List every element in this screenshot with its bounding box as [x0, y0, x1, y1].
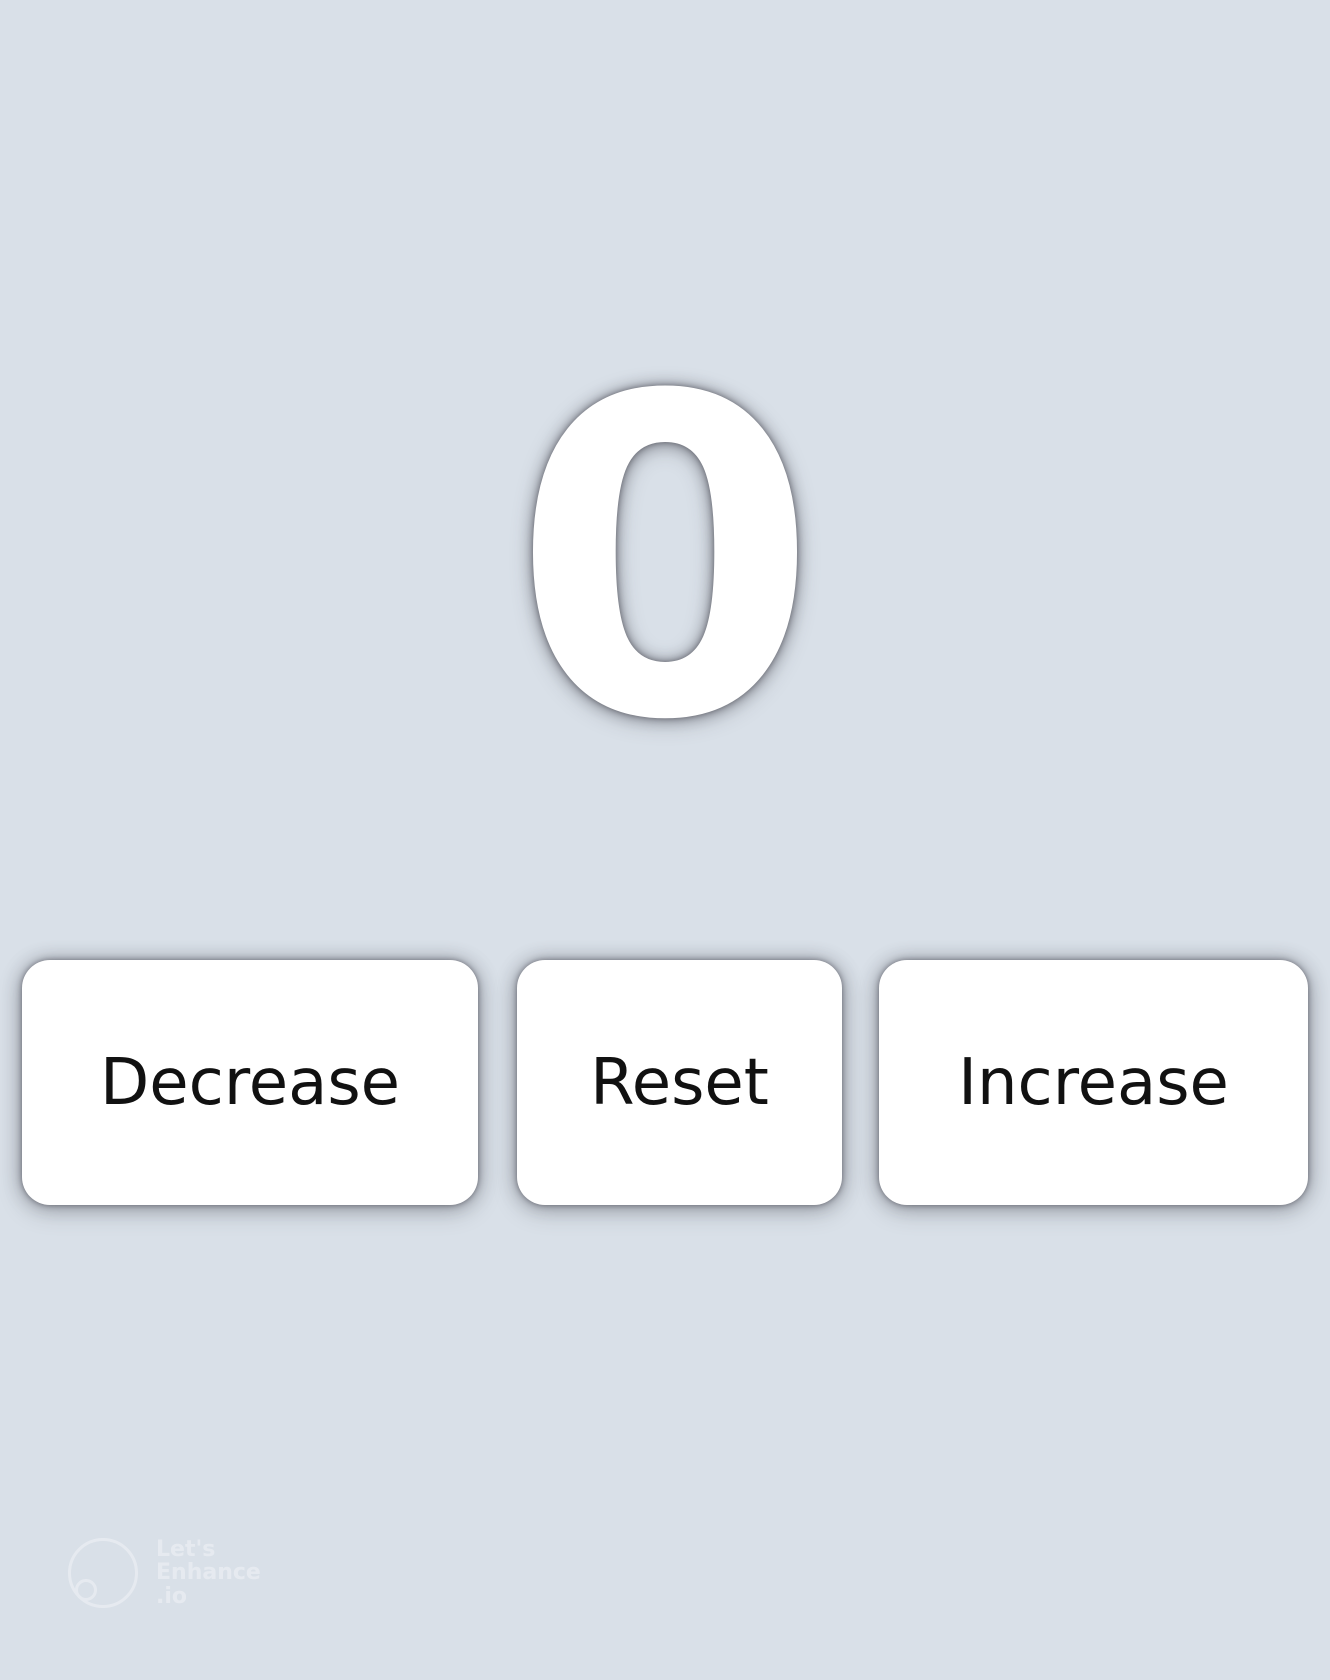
- decrease-button[interactable]: Decrease: [22, 960, 478, 1205]
- reset-button[interactable]: Reset: [517, 960, 842, 1205]
- watermark-line-1: Let's: [156, 1537, 216, 1563]
- watermark-line-3: .io: [156, 1583, 188, 1609]
- increase-button[interactable]: Increase: [879, 960, 1308, 1205]
- counter-value: 0: [511, 304, 819, 816]
- watermark-text: Let's Enhance .io: [156, 1538, 261, 1607]
- watermark-line-2: Enhance: [156, 1560, 261, 1586]
- watermark-logo-icon: [68, 1538, 138, 1608]
- watermark: Let's Enhance .io: [68, 1538, 261, 1608]
